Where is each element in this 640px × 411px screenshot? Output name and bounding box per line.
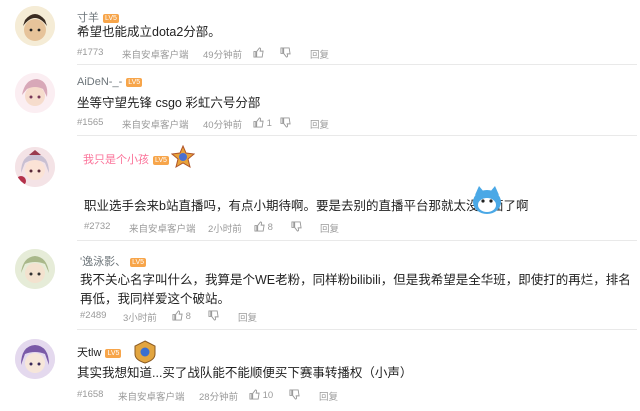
like-button[interactable]: 8 <box>254 221 273 233</box>
avatar[interactable] <box>15 73 55 113</box>
device-label: 来自安卓客户端 <box>129 224 196 235</box>
level-badge: LV5 <box>105 349 122 358</box>
reply-button[interactable]: 回复 <box>310 47 329 61</box>
dislike-button[interactable] <box>280 117 291 129</box>
divider <box>77 329 637 330</box>
divider <box>77 64 637 65</box>
reply-button[interactable]: 回复 <box>238 310 257 324</box>
thumb-down-icon <box>289 389 300 400</box>
avatar[interactable] <box>15 339 55 379</box>
like-count: 8 <box>185 311 191 322</box>
reply-button[interactable]: 回复 <box>319 389 338 403</box>
floor-number: #1658 <box>77 389 104 400</box>
timestamp: 40分钟前 <box>203 120 243 131</box>
level-badge: LV5 <box>130 258 147 267</box>
avatar[interactable] <box>15 249 55 289</box>
thumb-down-icon <box>291 221 302 232</box>
thumb-down-icon <box>280 117 291 128</box>
sticker-icon <box>470 183 504 222</box>
comment-text: 我不关心名字叫什么，我算是个WE老粉，同样粉bilibili，但是我希望是全华班… <box>80 273 631 306</box>
avatar[interactable] <box>15 6 55 46</box>
dislike-button[interactable] <box>289 389 300 401</box>
medal-badge-icon <box>170 144 196 174</box>
divider <box>77 240 637 241</box>
comment-text: 职业选手会来b站直播吗，有点小期待啊。要是去别的直播平台那就太没台面了啊 <box>84 199 529 213</box>
thumb-down-icon <box>280 47 291 58</box>
timestamp: 3小时前 <box>123 313 157 324</box>
floor-number: #2489 <box>80 310 107 321</box>
thumb-down-icon <box>208 310 219 321</box>
thumb-up-icon <box>172 310 183 321</box>
username[interactable]: '逸泳影、 LV5 <box>80 253 147 269</box>
thumb-up-icon <box>249 389 260 400</box>
like-count: 8 <box>267 222 273 233</box>
level-badge: LV5 <box>153 156 169 165</box>
floor-number: #1565 <box>77 117 104 128</box>
divider <box>77 135 637 136</box>
comment-text: 其实我想知道...买了战队能不能顺便买下赛事转播权（小声） <box>77 366 413 380</box>
like-count: 10 <box>262 390 274 401</box>
timestamp: 49分钟前 <box>203 50 243 61</box>
device-label: 来自安卓客户端 <box>122 50 189 61</box>
device-label: 来自安卓客户端 <box>122 120 189 131</box>
thumb-up-icon <box>254 221 265 232</box>
like-button[interactable] <box>253 47 264 59</box>
comment-text: 希望也能成立dota2分部。 <box>77 25 221 39</box>
username[interactable]: 我只是个小孩 LV5 <box>83 151 169 167</box>
reply-button[interactable]: 回复 <box>310 117 329 131</box>
like-count: 1 <box>266 118 272 129</box>
like-button[interactable]: 1 <box>253 117 272 129</box>
username[interactable]: 天tlw LV5 <box>77 344 122 360</box>
thumb-up-icon <box>253 47 264 58</box>
floor-number: #2732 <box>84 221 111 232</box>
timestamp: 2小时前 <box>208 224 242 235</box>
dislike-button[interactable] <box>208 310 219 322</box>
dislike-button[interactable] <box>291 221 302 233</box>
timestamp: 28分钟前 <box>199 392 239 403</box>
dislike-button[interactable] <box>280 47 291 59</box>
floor-number: #1773 <box>77 47 104 58</box>
thumb-up-icon <box>253 117 264 128</box>
comment-text: 坐等守望先锋 csgo 彩虹六号分部 <box>77 96 261 110</box>
reply-button[interactable]: 回复 <box>320 221 339 235</box>
avatar[interactable] <box>15 147 55 187</box>
level-badge: LV5 <box>103 14 119 23</box>
device-label: 来自安卓客户端 <box>118 392 185 403</box>
level-badge: LV5 <box>126 78 143 87</box>
like-button[interactable]: 10 <box>249 389 273 401</box>
like-button[interactable]: 8 <box>172 310 191 322</box>
username[interactable]: AiDeN-_- LV5 <box>77 76 143 88</box>
